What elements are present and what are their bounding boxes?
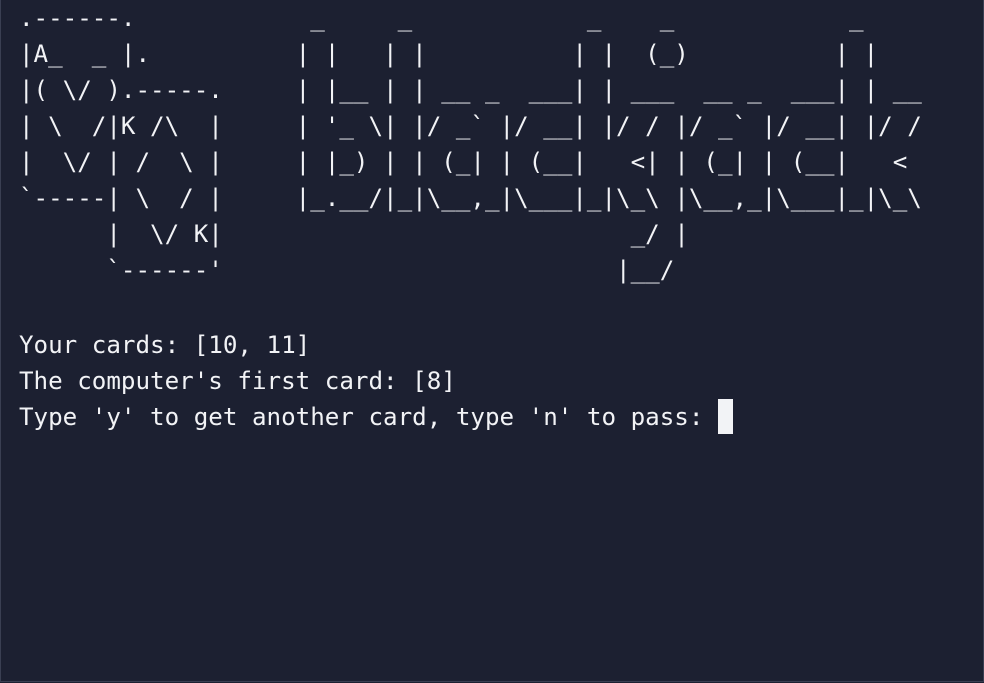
terminal-output: Your cards: [10, 11] The computer's firs… <box>19 327 733 435</box>
your-cards-line: Your cards: [10, 11] <box>19 331 311 359</box>
input-prompt-line[interactable]: Type 'y' to get another card, type 'n' t… <box>19 399 733 435</box>
computer-first-card-line: The computer's first card: [8] <box>19 367 456 395</box>
blackjack-ascii-banner: .------. _ _ _ _ _ |A_ _ |. | | | | | | … <box>19 4 922 284</box>
terminal-window[interactable]: .------. _ _ _ _ _ |A_ _ |. | | | | | | … <box>0 0 984 682</box>
text-cursor <box>717 399 733 434</box>
input-prompt-text: Type 'y' to get another card, type 'n' t… <box>19 403 718 431</box>
